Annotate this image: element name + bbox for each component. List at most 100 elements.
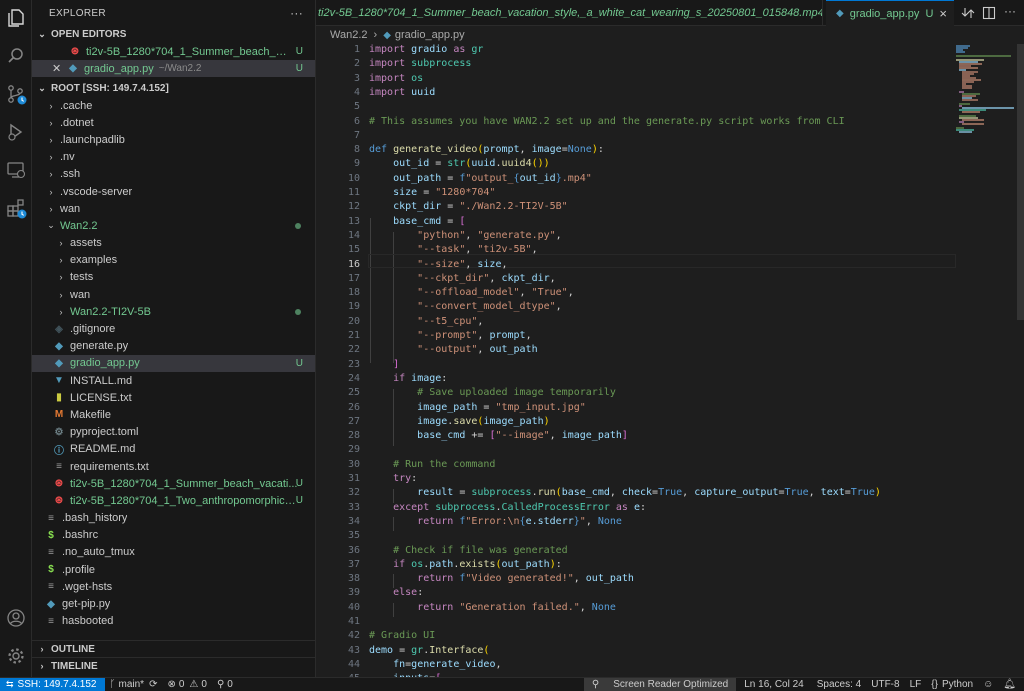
tab-video-preview[interactable]: ti2v-5B_1280*704_1_Summer_beach_vacation…	[316, 0, 823, 26]
ports-count: 0	[227, 679, 233, 690]
encoding-indicator[interactable]: UTF-8	[866, 678, 904, 691]
tree-item-label: README.md	[70, 443, 136, 456]
open-editors-section[interactable]: ⌄ OPEN EDITORS	[32, 26, 315, 43]
line-number: 14	[347, 229, 360, 241]
tree-file-selected[interactable]: ◆ gradio_app.py U	[32, 354, 315, 372]
tree-folder[interactable]: › .launchpadlib	[32, 131, 315, 148]
notifications-bell-icon[interactable]: 🔔︎	[998, 678, 1024, 691]
search-icon[interactable]	[4, 44, 28, 68]
tree-file[interactable]: ≡ .wget-hsts	[32, 578, 315, 595]
open-editor-path: ~/Wan2.2	[158, 63, 202, 74]
tree-file[interactable]: M Makefile	[32, 406, 315, 423]
tree-folder[interactable]: › .vscode-server	[32, 183, 315, 200]
tree-folder[interactable]: › .cache	[32, 97, 315, 114]
line-number: 30	[347, 458, 360, 470]
timeline-label: TIMELINE	[51, 660, 98, 672]
root-folder-section[interactable]: ⌄ ROOT [SSH: 149.7.4.152]	[32, 80, 315, 97]
breadcrumb-file[interactable]: gradio_app.py	[395, 29, 465, 41]
sync-icon[interactable]: ⟳	[149, 679, 157, 690]
chevron-down-icon: ⌄	[47, 220, 55, 231]
source-control-icon[interactable]	[4, 82, 28, 106]
tree-file[interactable]: $ .bashrc	[32, 527, 315, 544]
open-editor-item-active[interactable]: ✕ ◆ gradio_app.py ~/Wan2.2 U	[32, 60, 315, 77]
code-editor[interactable]: 1 import gradio as gr 2 import subprocess 3 i…	[316, 44, 956, 677]
markdown-file-icon: ▼	[54, 375, 64, 387]
line-number: 23	[347, 358, 360, 370]
explorer-icon[interactable]	[4, 6, 28, 30]
breadcrumb-folder[interactable]: Wan2.2	[330, 29, 368, 41]
close-icon[interactable]: ✕	[52, 62, 66, 75]
eol-indicator[interactable]: LF	[905, 678, 927, 691]
tree-file[interactable]: ⊛ ti2v-5B_1280*704_1_Summer_beach_vacati.…	[32, 475, 315, 492]
python-file-icon: ◆	[55, 340, 63, 352]
tree-file[interactable]: ◈ .gitignore	[32, 320, 315, 337]
tree-folder[interactable]: › Wan2.2-TI2V-5B	[32, 303, 315, 320]
tree-file[interactable]: ◆ generate.py	[32, 338, 315, 355]
tree-folder[interactable]: › .ssh	[32, 166, 315, 183]
breadcrumb-separator: ›	[373, 29, 378, 41]
code-line: try:	[393, 473, 418, 484]
eol-label: LF	[909, 679, 922, 690]
split-editor-icon[interactable]	[982, 6, 996, 23]
tree-file[interactable]: ▮ LICENSE.txt	[32, 389, 315, 406]
close-icon[interactable]: ×	[939, 6, 947, 21]
tree-file[interactable]: ⓘ README.md	[32, 441, 315, 458]
line-number: 28	[347, 430, 360, 442]
tree-folder[interactable]: › wan	[32, 200, 315, 217]
tree-file[interactable]: ⊛ ti2v-5B_1280*704_1_Two_anthropomorphic_…	[32, 492, 315, 509]
minimap-scrollbar[interactable]	[1017, 44, 1024, 320]
ports-indicator[interactable]: ⚲ 0	[212, 678, 238, 691]
modified-dot	[295, 308, 301, 315]
code-line: image_path = "tmp_input.jpg"	[417, 401, 586, 413]
problems-indicator[interactable]: ⊗ 0 ⚠ 0	[162, 678, 211, 691]
tree-item-label: .bashrc	[62, 529, 99, 542]
line-number: 7	[353, 129, 360, 141]
extensions-icon[interactable]	[4, 196, 28, 220]
line-number: 43	[347, 644, 360, 656]
indentation-indicator[interactable]: Spaces: 4	[812, 678, 866, 691]
line-number: 32	[347, 487, 360, 499]
tree-folder[interactable]: › .nv	[32, 149, 315, 166]
language-indicator[interactable]: {} Python	[926, 678, 978, 691]
code-line: result = subprocess.run(base_cmd, check=…	[417, 487, 881, 499]
explorer-more-icon[interactable]: ···	[290, 6, 303, 20]
breadcrumb: Wan2.2 › ◆ gradio_app.py	[316, 26, 1024, 44]
tree-folder[interactable]: › assets	[32, 235, 315, 252]
tree-file[interactable]: $ .profile	[32, 561, 315, 578]
tree-folder[interactable]: › wan	[32, 286, 315, 303]
outline-section[interactable]: › OUTLINE	[32, 640, 315, 657]
tree-file[interactable]: ⚙ pyproject.toml	[32, 424, 315, 441]
copilot-icon[interactable]: ☺	[978, 678, 998, 691]
git-file-icon: ◈	[55, 323, 63, 335]
cursor-position[interactable]: Ln 16, Col 24	[736, 678, 812, 691]
tab-gradio-app[interactable]: ◆ gradio_app.py U ×	[826, 0, 954, 26]
tree-folder[interactable]: › tests	[32, 269, 315, 286]
line-number: 22	[347, 344, 360, 356]
line-number: 8	[353, 144, 360, 156]
remote-explorer-icon[interactable]	[4, 158, 28, 182]
branch-indicator[interactable]: ᚴ main* ⟳	[105, 678, 163, 691]
tree-file[interactable]: ▼ INSTALL.md	[32, 372, 315, 389]
tree-file[interactable]: ≡ hasbooted	[32, 613, 315, 630]
tree-folder-expanded[interactable]: ⌄ Wan2.2	[32, 217, 315, 234]
tree-folder[interactable]: › examples	[32, 252, 315, 269]
run-debug-icon[interactable]	[4, 120, 28, 144]
tree-file[interactable]: ≡ .no_auto_tmux	[32, 544, 315, 561]
settings-gear-icon[interactable]	[4, 644, 28, 668]
tree-file[interactable]: ◆ get-pip.py	[32, 595, 315, 612]
account-icon[interactable]	[4, 606, 28, 630]
screen-reader-indicator[interactable]: ⚲ Screen Reader Optimized	[583, 677, 737, 691]
tree-file[interactable]: ≡ requirements.txt	[32, 458, 315, 475]
timeline-section[interactable]: › TIMELINE	[32, 657, 315, 674]
more-actions-icon[interactable]: ···	[1004, 4, 1016, 18]
line-number: 39	[347, 587, 360, 599]
warning-icon: ⚠	[189, 679, 199, 690]
minimap[interactable]	[956, 44, 1024, 677]
open-editor-item[interactable]: ⊛ ti2v-5B_1280*704_1_Summer_beach_vaca..…	[32, 43, 315, 60]
compare-changes-icon[interactable]	[961, 6, 975, 23]
remote-indicator[interactable]: ⇆ SSH: 149.7.4.152	[0, 677, 105, 691]
tree-folder[interactable]: › .dotnet	[32, 114, 315, 131]
chevron-right-icon: ›	[40, 661, 44, 671]
code-line: if image:	[393, 372, 448, 384]
tree-file[interactable]: ≡ .bash_history	[32, 510, 315, 527]
